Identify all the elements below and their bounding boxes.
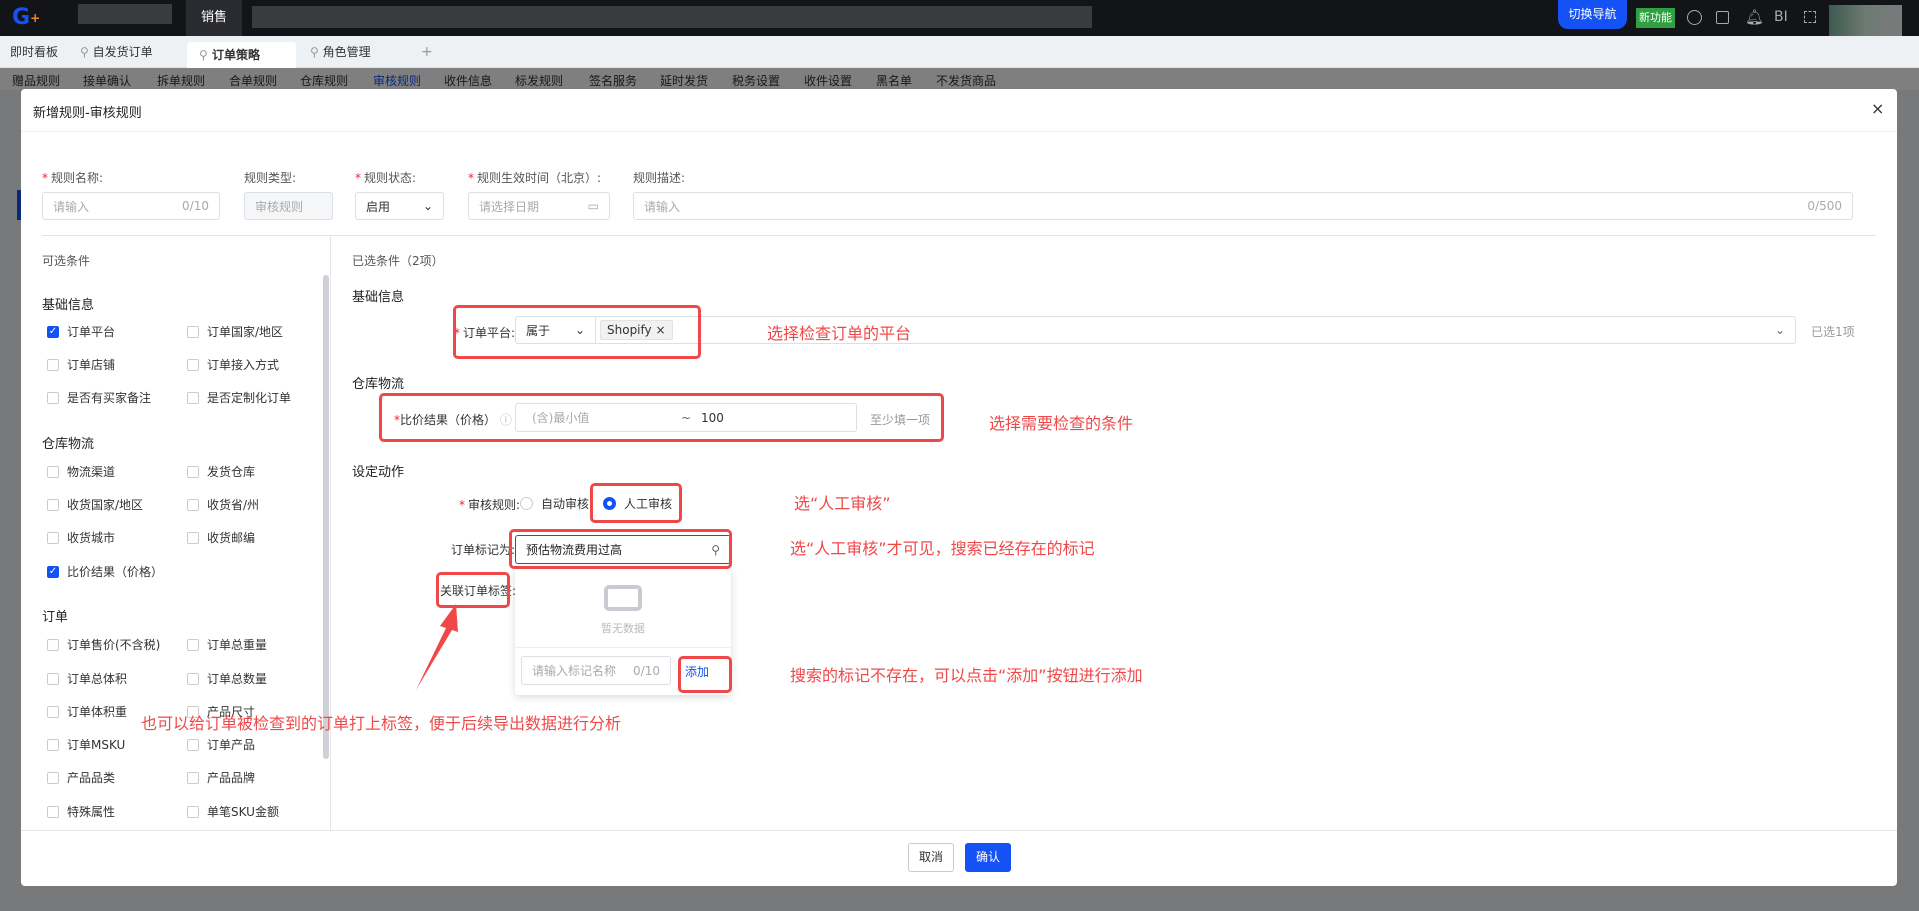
annotation: 搜索的标记不存在，可以点击“添加”按钮进行添加 bbox=[790, 666, 1143, 685]
annotation: 选择需要检查的条件 bbox=[989, 414, 1134, 433]
annotation: 选择检查订单的平台 bbox=[767, 324, 912, 343]
annotation: 选“人工审核” bbox=[794, 494, 891, 513]
annotation-arrow-icon bbox=[416, 604, 458, 690]
annotation: 选“人工审核”才可见，搜索已经存在的标记 bbox=[790, 539, 1095, 558]
annotation: 也可以给订单被检查到的订单打上标签，便于后续导出数据进行分析 bbox=[141, 714, 622, 733]
